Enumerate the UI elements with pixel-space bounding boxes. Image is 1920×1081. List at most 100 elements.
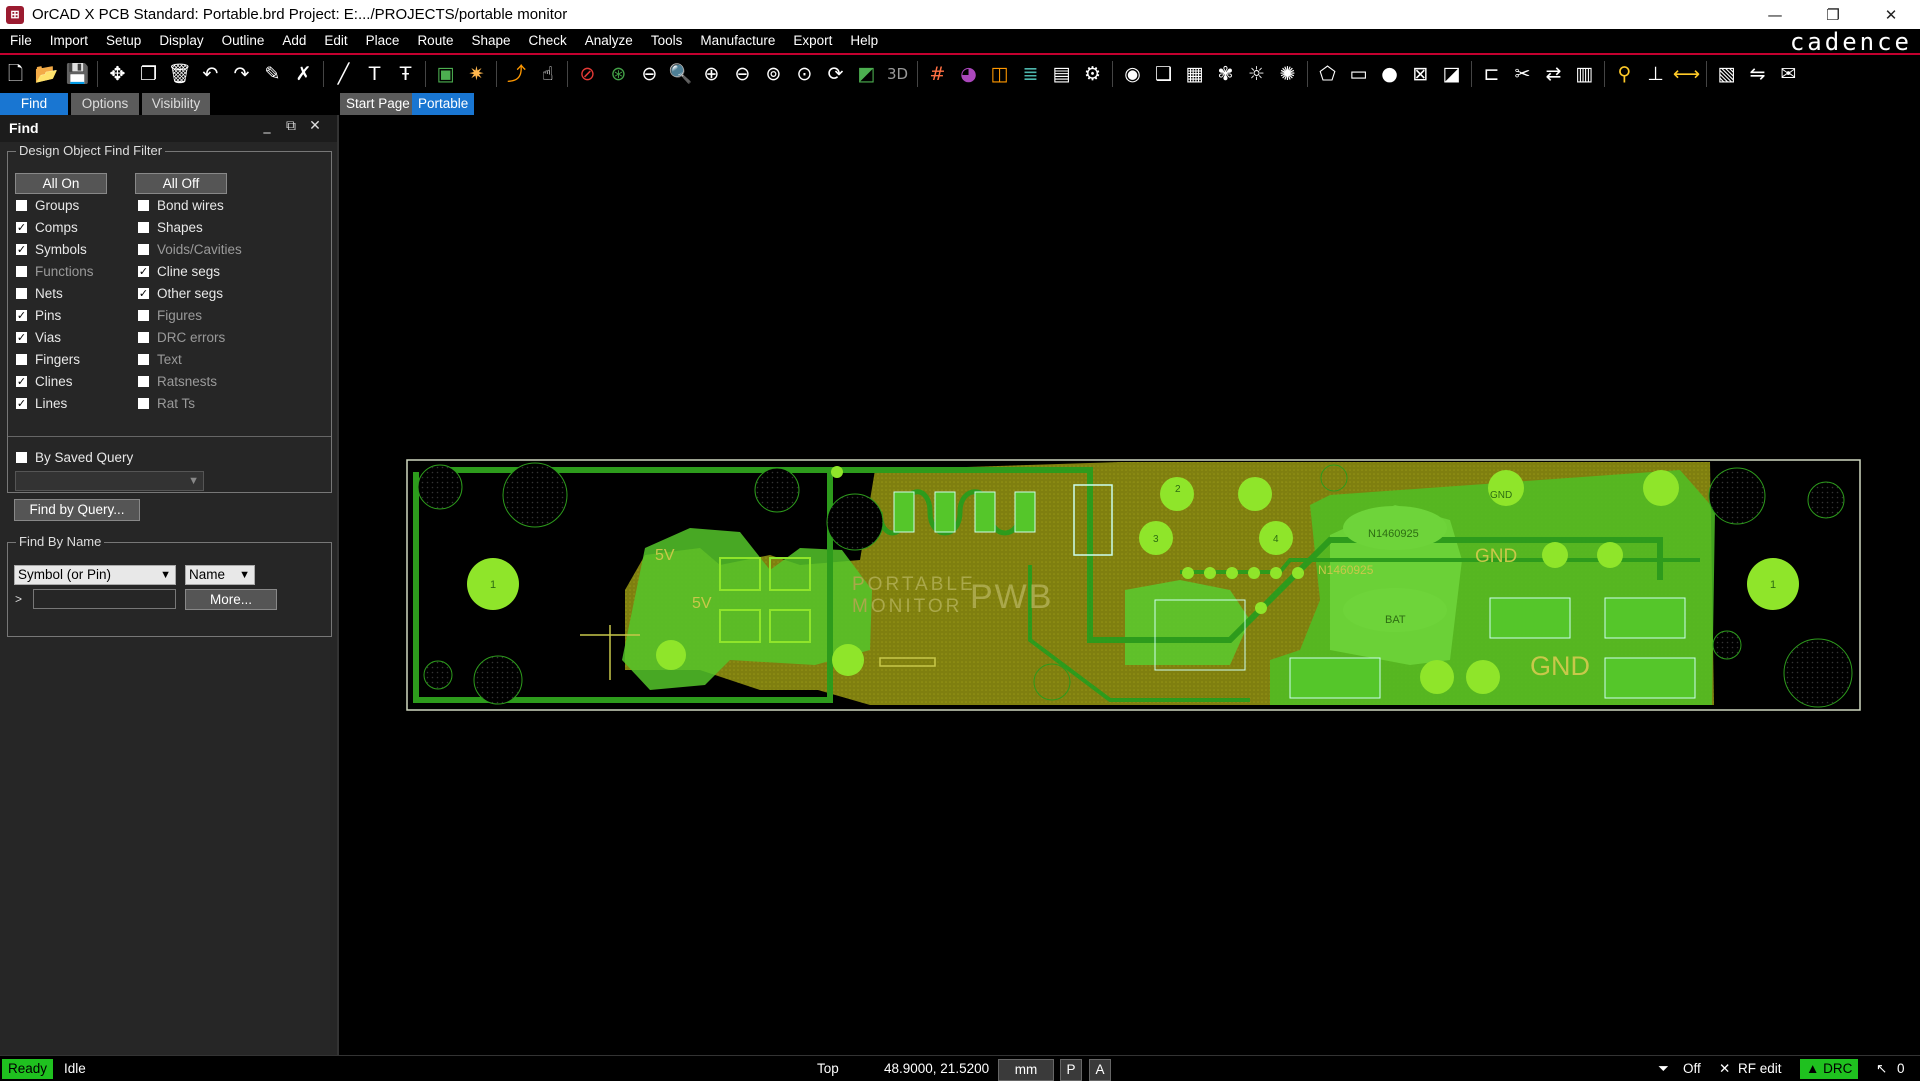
by-saved-query-checkbox[interactable]: By Saved Query <box>16 448 133 466</box>
zoom-points-icon[interactable]: ⊖ <box>634 59 665 89</box>
filter-checkbox-drc-errors[interactable]: DRC errors <box>138 328 225 346</box>
redo-icon[interactable]: ↷ <box>226 59 257 89</box>
menu-import[interactable]: Import <box>41 29 97 53</box>
edit-text-icon[interactable]: Ŧ <box>390 59 421 89</box>
filter-checkbox-groups[interactable]: Groups <box>16 196 79 214</box>
tab-visibility[interactable]: Visibility <box>142 93 210 115</box>
pad[interactable] <box>1466 660 1500 694</box>
close-button[interactable]: ✕ <box>1862 0 1920 29</box>
align-icon[interactable]: ⊥ <box>1640 59 1671 89</box>
shape-merge-icon[interactable]: ◪ <box>1436 59 1467 89</box>
delete-icon[interactable]: 🗑 <box>164 59 195 89</box>
layer-icon[interactable]: ◫ <box>984 59 1015 89</box>
smd-component[interactable] <box>1604 597 1686 639</box>
grid-icon[interactable]: # <box>922 59 953 89</box>
all-on-button[interactable]: All On <box>15 173 107 194</box>
menu-display[interactable]: Display <box>150 29 212 53</box>
menu-file[interactable]: File <box>0 29 41 53</box>
3d-view-icon[interactable]: 3D <box>882 59 913 89</box>
exchange-icon[interactable]: ⇋ <box>1742 59 1773 89</box>
copy-icon[interactable]: ❐ <box>133 59 164 89</box>
more-button[interactable]: More... <box>185 589 277 610</box>
all-off-button[interactable]: All Off <box>135 173 227 194</box>
filter-checkbox-pins[interactable]: ✓ Pins <box>16 306 61 324</box>
measure-icon[interactable]: ⚲ <box>1609 59 1640 89</box>
float-panel-icon[interactable]: ⧉ <box>282 118 300 138</box>
rf-edit-icon[interactable]: ✕ <box>1719 1059 1730 1079</box>
pin-icon[interactable]: ✎ <box>257 59 288 89</box>
menu-setup[interactable]: Setup <box>97 29 150 53</box>
menu-shape[interactable]: Shape <box>462 29 519 53</box>
menu-outline[interactable]: Outline <box>213 29 274 53</box>
minimize-panel-icon[interactable]: _ <box>258 118 276 138</box>
filter-checkbox-functions[interactable]: Functions <box>16 262 94 280</box>
chart-icon[interactable]: ▧ <box>1711 59 1742 89</box>
zoom-in-icon[interactable]: ⊕ <box>696 59 727 89</box>
shape-add-icon[interactable]: ⬠ <box>1312 59 1343 89</box>
filter-checkbox-rat-ts[interactable]: Rat Ts <box>138 394 195 412</box>
rf-edit-status[interactable]: RF edit <box>1738 1059 1782 1079</box>
zoom-world-icon[interactable]: ⊚ <box>758 59 789 89</box>
menu-help[interactable]: Help <box>841 29 887 53</box>
pad[interactable] <box>832 644 864 676</box>
tab-find[interactable]: Find <box>0 93 68 115</box>
menu-place[interactable]: Place <box>357 29 409 53</box>
undo-icon[interactable]: ↶ <box>195 59 226 89</box>
swap-icon[interactable]: ⇄ <box>1538 59 1569 89</box>
tab-options[interactable]: Options <box>71 93 139 115</box>
settings-icon[interactable]: ⚙ <box>1077 59 1108 89</box>
zoom-out-icon[interactable]: ⊖ <box>727 59 758 89</box>
move-icon[interactable]: ✥ <box>102 59 133 89</box>
name-select[interactable]: Name ▼ <box>185 565 255 585</box>
split-icon[interactable]: ✂ <box>1507 59 1538 89</box>
smd-component[interactable] <box>1489 597 1571 639</box>
pad[interactable] <box>1238 477 1272 511</box>
open-folder-icon[interactable]: 📂 <box>31 59 62 89</box>
pad[interactable] <box>1643 470 1679 506</box>
dimension-icon[interactable]: ⊏ <box>1476 59 1507 89</box>
shade-icon[interactable]: ✾ <box>1210 59 1241 89</box>
active-layer[interactable]: Top <box>817 1059 839 1079</box>
find-name-input[interactable] <box>33 589 176 609</box>
pad[interactable] <box>1597 542 1623 568</box>
menu-tools[interactable]: Tools <box>642 29 692 53</box>
place-component-icon[interactable]: ▣ <box>430 59 461 89</box>
menu-edit[interactable]: Edit <box>315 29 356 53</box>
package-icon[interactable]: ▦ <box>1179 59 1210 89</box>
filter-checkbox-shapes[interactable]: Shapes <box>138 218 203 236</box>
redraw-icon[interactable]: ⟳ <box>820 59 851 89</box>
pad[interactable] <box>1420 660 1454 694</box>
shape-void-icon[interactable]: ⊠ <box>1405 59 1436 89</box>
filter-checkbox-clines[interactable]: ✓ Clines <box>16 372 73 390</box>
units-select[interactable]: mm <box>998 1059 1054 1081</box>
color-icon[interactable]: ◕ <box>953 59 984 89</box>
filter-checkbox-fingers[interactable]: Fingers <box>16 350 80 368</box>
menu-analyze[interactable]: Analyze <box>576 29 642 53</box>
tab-start-page[interactable]: Start Page <box>340 93 416 115</box>
filter-checkbox-voids-cavities[interactable]: Voids/Cavities <box>138 240 242 258</box>
board-view-icon[interactable]: ◩ <box>851 59 882 89</box>
shape-circle-icon[interactable]: ● <box>1374 59 1405 89</box>
filter-icon[interactable]: ⏷ <box>1658 1059 1669 1079</box>
menu-add[interactable]: Add <box>273 29 315 53</box>
filter-checkbox-figures[interactable]: Figures <box>138 306 202 324</box>
filter-checkbox-lines[interactable]: ✓ Lines <box>16 394 67 412</box>
find-by-query-button[interactable]: Find by Query... <box>14 499 140 521</box>
filter-checkbox-bond-wires[interactable]: Bond wires <box>138 196 224 214</box>
pcb-design-view[interactable]: 1 1 PORTABLE MONITOR PWB 5V 5V GND GND G… <box>339 115 1920 1055</box>
filter-checkbox-text[interactable]: Text <box>138 350 182 368</box>
drc-status[interactable]: ▲ DRC <box>1800 1059 1859 1079</box>
smd-component[interactable] <box>1289 657 1381 699</box>
new-file-icon[interactable]: 🗋 <box>0 59 31 89</box>
drc-update-icon[interactable]: ⊛ <box>603 59 634 89</box>
unpin-icon[interactable]: ✗ <box>288 59 319 89</box>
filter-checkbox-other-segs[interactable]: ✓ Other segs <box>138 284 223 302</box>
rename-icon[interactable]: ▥ <box>1569 59 1600 89</box>
smd-component[interactable] <box>1604 657 1696 699</box>
add-line-icon[interactable]: ╱ <box>328 59 359 89</box>
visibility-eye-icon[interactable]: ◉ <box>1117 59 1148 89</box>
zoom-fit-icon[interactable]: 🔍 <box>665 59 696 89</box>
pad[interactable] <box>1542 542 1568 568</box>
menu-manufacture[interactable]: Manufacture <box>691 29 784 53</box>
menu-check[interactable]: Check <box>520 29 576 53</box>
